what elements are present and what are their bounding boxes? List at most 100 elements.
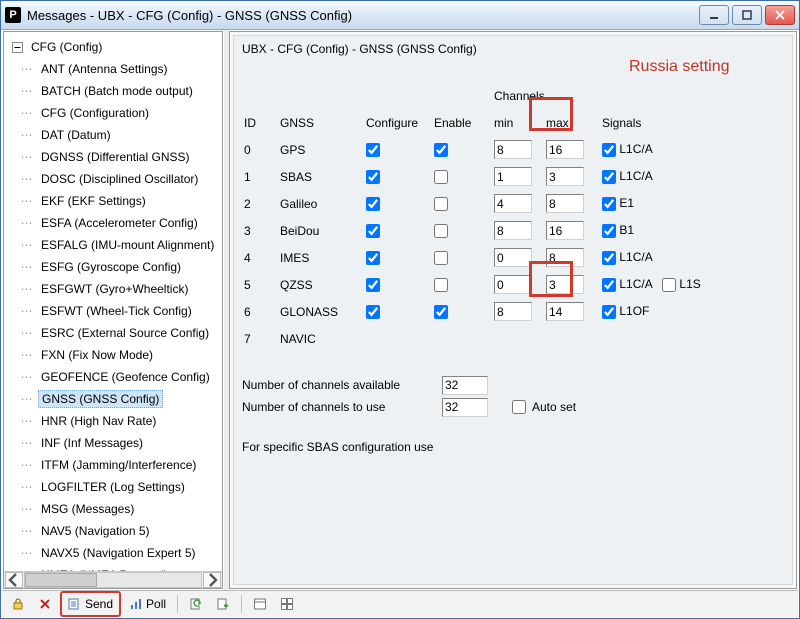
delete-button[interactable] [33, 594, 57, 614]
app-icon: P [5, 7, 21, 23]
min-field[interactable] [494, 248, 532, 267]
tree-node[interactable]: ⋯ESFWT (Wheel-Tick Config) [8, 300, 222, 322]
scroll-right-icon[interactable] [203, 572, 221, 588]
signal-checkbox[interactable] [662, 278, 676, 292]
lock-button[interactable] [6, 594, 30, 614]
signal-checkbox[interactable] [602, 224, 616, 238]
tree-node[interactable]: ⋯EKF (EKF Settings) [8, 190, 222, 212]
tree-node[interactable]: ⋯FXN (Fix Now Mode) [8, 344, 222, 366]
enable-checkbox[interactable] [434, 170, 448, 184]
tree-branch-icon: ⋯ [16, 436, 38, 450]
poll-label: Poll [146, 597, 166, 611]
gnss-row: 6GLONASS L1OF [242, 298, 707, 325]
gnss-row: 3BeiDou B1 [242, 217, 707, 244]
signal-checkbox[interactable] [602, 197, 616, 211]
signal-label: E1 [619, 196, 634, 210]
min-field[interactable] [494, 221, 532, 240]
tree-node[interactable]: ⋯ITFM (Jamming/Interference) [8, 454, 222, 476]
min-field[interactable] [494, 140, 532, 159]
message-tree[interactable]: CFG (Config) ⋯ANT (Antenna Settings)⋯BAT… [4, 32, 222, 571]
enable-checkbox[interactable] [434, 197, 448, 211]
max-field[interactable] [546, 194, 584, 213]
configure-checkbox[interactable] [366, 224, 380, 238]
tree-node[interactable]: ⋯ESRC (External Source Config) [8, 322, 222, 344]
max-field[interactable] [546, 221, 584, 240]
tree-node[interactable]: ⋯INF (Inf Messages) [8, 432, 222, 454]
toolbar-button-4[interactable] [275, 594, 299, 614]
col-max: max [544, 109, 600, 136]
max-field[interactable] [546, 140, 584, 159]
tree-node[interactable]: ⋯NAVX5 (Navigation Expert 5) [8, 542, 222, 564]
tree-node[interactable]: ⋯ANT (Antenna Settings) [8, 58, 222, 80]
max-field[interactable] [546, 302, 584, 321]
auto-set-checkbox[interactable] [512, 400, 526, 414]
configure-checkbox[interactable] [366, 305, 380, 319]
scroll-left-icon[interactable] [5, 572, 23, 588]
signal-checkbox[interactable] [602, 170, 616, 184]
tree-pane: CFG (Config) ⋯ANT (Antenna Settings)⋯BAT… [3, 31, 223, 589]
tree-node-label: LOGFILTER (Log Settings) [38, 479, 188, 495]
min-field[interactable] [494, 194, 532, 213]
tree-branch-icon: ⋯ [16, 260, 38, 274]
channels-use-field[interactable] [442, 398, 488, 417]
cell-id: 2 [242, 190, 278, 217]
min-field[interactable] [494, 302, 532, 321]
configure-checkbox[interactable] [366, 278, 380, 292]
tree-node[interactable]: ⋯BATCH (Batch mode output) [8, 80, 222, 102]
max-field[interactable] [546, 167, 584, 186]
toolbar-button-2[interactable] [211, 594, 235, 614]
signal-checkbox[interactable] [602, 305, 616, 319]
tree-node[interactable]: ⋯DAT (Datum) [8, 124, 222, 146]
tree-node[interactable]: ⋯NMEA (NMEA Protocol) [8, 564, 222, 571]
min-field[interactable] [494, 167, 532, 186]
maximize-button[interactable] [732, 5, 762, 25]
cell-id: 1 [242, 163, 278, 190]
tree-h-scrollbar[interactable] [4, 571, 222, 588]
cell-id: 0 [242, 136, 278, 163]
cell-gnss: NAVIC [278, 325, 364, 352]
min-field[interactable] [494, 275, 532, 294]
collapse-icon[interactable] [10, 40, 25, 55]
signal-checkbox[interactable] [602, 278, 616, 292]
minimize-button[interactable] [699, 5, 729, 25]
tree-node[interactable]: ⋯DOSC (Disciplined Oscillator) [8, 168, 222, 190]
max-field[interactable] [546, 275, 584, 294]
tree-node[interactable]: ⋯LOGFILTER (Log Settings) [8, 476, 222, 498]
tree-node[interactable]: ⋯ESFA (Accelerometer Config) [8, 212, 222, 234]
channels-available-label: Number of channels available [242, 378, 442, 392]
enable-checkbox[interactable] [434, 143, 448, 157]
tree-node[interactable]: ⋯GNSS (GNSS Config) [8, 388, 222, 410]
tree-node[interactable]: ⋯HNR (High Nav Rate) [8, 410, 222, 432]
tree-node[interactable]: ⋯ESFG (Gyroscope Config) [8, 256, 222, 278]
send-button[interactable]: Send [63, 594, 118, 614]
tree-node[interactable]: ⋯ESFALG (IMU-mount Alignment) [8, 234, 222, 256]
tree-node[interactable]: ⋯CFG (Configuration) [8, 102, 222, 124]
tree-node[interactable]: ⋯MSG (Messages) [8, 498, 222, 520]
tree-node[interactable]: ⋯DGNSS (Differential GNSS) [8, 146, 222, 168]
tree-node-label: ESFWT (Wheel-Tick Config) [38, 303, 195, 319]
gnss-row: 2Galileo E1 [242, 190, 707, 217]
enable-checkbox[interactable] [434, 224, 448, 238]
signal-checkbox[interactable] [602, 251, 616, 265]
poll-button[interactable]: Poll [124, 594, 171, 614]
channels-available-field[interactable] [442, 376, 488, 395]
tree-node[interactable]: ⋯ESFGWT (Gyro+Wheeltick) [8, 278, 222, 300]
configure-checkbox[interactable] [366, 197, 380, 211]
enable-checkbox[interactable] [434, 251, 448, 265]
configure-checkbox[interactable] [366, 251, 380, 265]
toolbar-button-3[interactable] [248, 594, 272, 614]
signal-checkbox[interactable] [602, 143, 616, 157]
enable-checkbox[interactable] [434, 305, 448, 319]
cell-id: 7 [242, 325, 278, 352]
col-channels: Channels [492, 82, 600, 109]
tree-branch-icon: ⋯ [16, 458, 38, 472]
configure-checkbox[interactable] [366, 143, 380, 157]
tree-node[interactable]: ⋯NAV5 (Navigation 5) [8, 520, 222, 542]
max-field[interactable] [546, 248, 584, 267]
enable-checkbox[interactable] [434, 278, 448, 292]
close-button[interactable] [765, 5, 795, 25]
configure-checkbox[interactable] [366, 170, 380, 184]
toolbar-button-1[interactable] [184, 594, 208, 614]
tree-node[interactable]: ⋯GEOFENCE (Geofence Config) [8, 366, 222, 388]
tree-node-cfg[interactable]: CFG (Config) [8, 36, 222, 58]
